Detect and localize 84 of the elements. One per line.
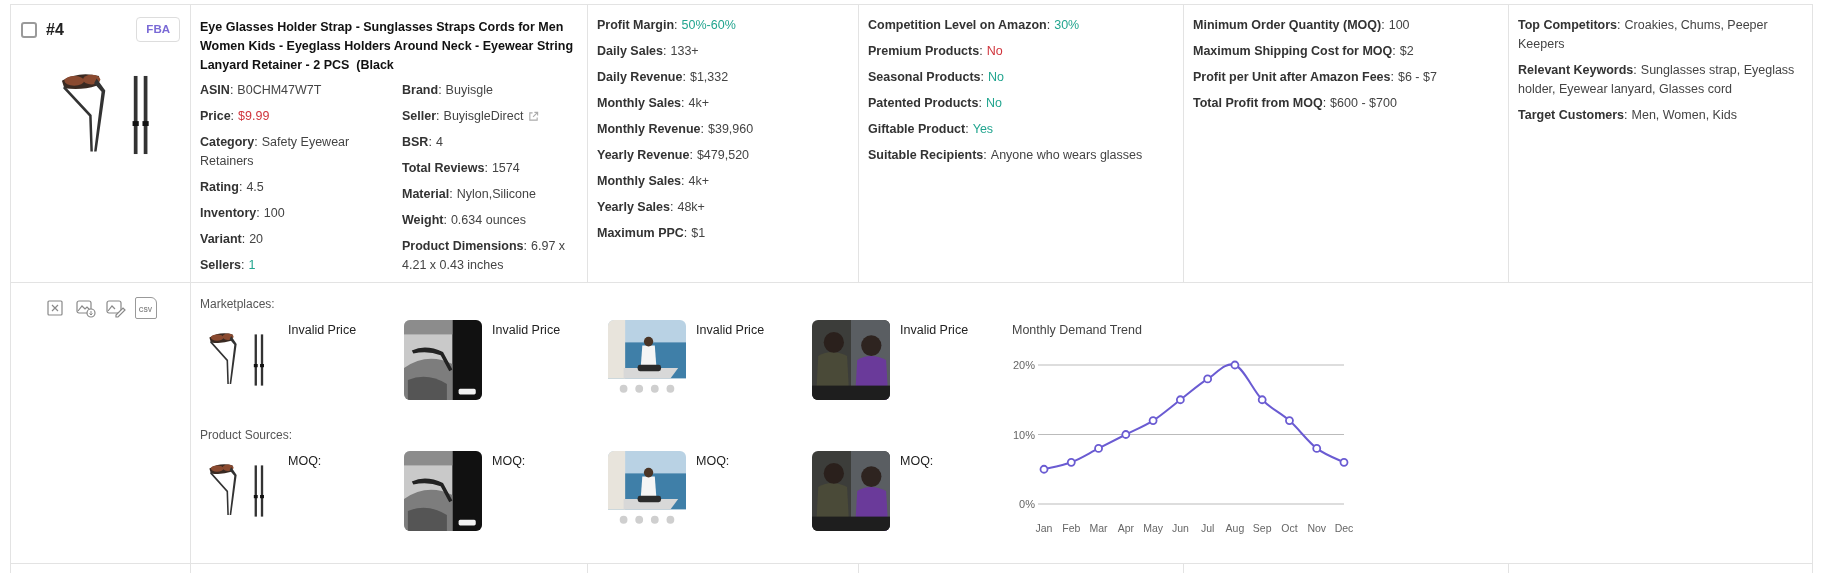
detail-text: Relevant Keywords: Sunglasses strap, Eyeglass holder, Eyewear lanyard, Glasses cord (1518, 62, 1796, 98)
image-edit-icon (105, 297, 126, 319)
data-point (1312, 444, 1322, 453)
axis-label: Mar (1089, 522, 1108, 534)
section-heading: Marketplaces: (200, 296, 276, 313)
axis-label: Oct (1281, 522, 1298, 534)
detail-text: Minimum Order Quantity (MOQ): 100 (1193, 17, 1411, 34)
detail-text: Monthly Sales: 4k+ (597, 173, 711, 190)
axis-label: Dec (1334, 522, 1354, 534)
detail-text: Product Dimensions: 6.97 x 4.21 x 0.43 inches (402, 238, 567, 274)
moq-label: MOQ: (696, 453, 730, 469)
detail-text: Target Customers: Men, Women, Kids (1518, 107, 1738, 124)
data-point (1148, 416, 1158, 425)
close-icon (45, 297, 66, 319)
chart-title: Monthly Demand Trend (1012, 323, 1142, 337)
detail-text: Yearly Sales: 48k+ (597, 199, 706, 216)
detail-text: Material: Nylon,Silicone (402, 186, 537, 203)
axis-label: 10% (1012, 428, 1035, 441)
data-point (1121, 430, 1131, 439)
price-status: Invalid Price (288, 322, 357, 338)
data-point (1066, 457, 1076, 467)
data-point (1203, 374, 1213, 384)
axis-label: 20% (1012, 359, 1035, 371)
data-point (1257, 395, 1267, 405)
axis-label: Sep (1252, 522, 1272, 534)
detail-text: Patented Products: No (868, 95, 1003, 112)
detail-text: Yearly Revenue: $479,520 (597, 147, 751, 164)
detail-text: Weight: 0.634 ounces (402, 212, 527, 229)
detail-text: Monthly Sales: 4k+ (597, 95, 711, 112)
checkbox[interactable] (21, 21, 37, 38)
axis-label: Jan (1035, 522, 1053, 534)
axis-label: Aug (1225, 522, 1245, 534)
detail-text: Variant: 20 (200, 231, 265, 248)
axis-label: Feb (1062, 522, 1081, 534)
detail-text: Maximum Shipping Cost for MOQ: $2 (1193, 43, 1415, 60)
detail-text: Inventory: 100 (200, 205, 286, 222)
detail-text: Rating: 4.5 (200, 179, 265, 196)
detail-text: Daily Revenue: $1,332 (597, 69, 730, 86)
detail-text: Profit per Unit after Amazon Fees: $6 - $7 (1193, 69, 1438, 86)
data-point (1039, 464, 1049, 474)
data-point (1339, 457, 1349, 467)
detail-text: Suitable Recipients: Anyone who wears glasses (868, 147, 1144, 164)
axis-label: May (1143, 522, 1163, 534)
detail-text: BSR: 4 (402, 134, 444, 151)
price-status: Invalid Price (900, 322, 969, 338)
moq-label: MOQ: (492, 453, 526, 469)
detail-text: Maximum PPC: $1 (597, 225, 707, 242)
axis-label: Jul (1200, 522, 1215, 534)
detail-text: Sellers: 1 (200, 257, 257, 274)
detail-text: Seller: BuyisgleDirect (402, 108, 524, 125)
rank-number: #4 (46, 19, 64, 40)
detail-text: Brand: Buyisgle (402, 82, 494, 99)
image-download-icon (75, 297, 96, 319)
data-point (1094, 444, 1103, 453)
image-edit-button[interactable] (104, 297, 127, 319)
image-download-button[interactable] (74, 297, 97, 319)
axis-label: Nov (1307, 522, 1327, 534)
moq-label: MOQ: (900, 453, 934, 469)
detail-text: Category: Safety Eyewear Retainers (200, 134, 351, 170)
external-link-icon[interactable] (528, 111, 540, 122)
moq-label: MOQ: (288, 453, 322, 469)
section-heading: Product Sources: (200, 427, 294, 444)
detail-text: Monthly Revenue: $39,960 (597, 121, 755, 138)
detail-text: ASIN: B0CHM47W7T (200, 82, 323, 99)
price-status: Invalid Price (696, 322, 765, 338)
data-point (1230, 360, 1240, 370)
detail-text: Premium Products: No (868, 43, 1004, 60)
detail-text: Seasonal Products: No (868, 69, 1005, 86)
product-title: Eye Glasses Holder Strap - Sunglasses Straps Cords for Men Women Kids - Eyeglass Holders Around Neck - Eyewear String Lanyard Retainer - 2 PCS (Black (200, 19, 575, 74)
detail-text: Giftable Product: Yes (868, 121, 995, 138)
fba-badge: FBA (136, 17, 180, 43)
detail-text: Total Profit from MOQ: $600 - $700 (1193, 95, 1398, 112)
detail-text: Price: $9.99 (200, 108, 271, 125)
axis-label: 0% (1019, 498, 1035, 510)
data-point (1285, 416, 1294, 425)
data-point (1175, 395, 1185, 405)
detail-text: Competition Level on Amazon: 30% (868, 17, 1081, 34)
detail-text: Profit Margin: 50%-60% (597, 17, 737, 34)
detail-text: Top Competitors: Croakies, Chums, Peeper Keepers (1518, 17, 1769, 53)
price-status: Invalid Price (492, 322, 561, 338)
detail-text: Total Reviews: 1574 (402, 160, 521, 177)
axis-label: Apr (1117, 522, 1134, 534)
axis-label: Jun (1171, 522, 1189, 534)
detail-text: Daily Sales: 133+ (597, 43, 700, 60)
